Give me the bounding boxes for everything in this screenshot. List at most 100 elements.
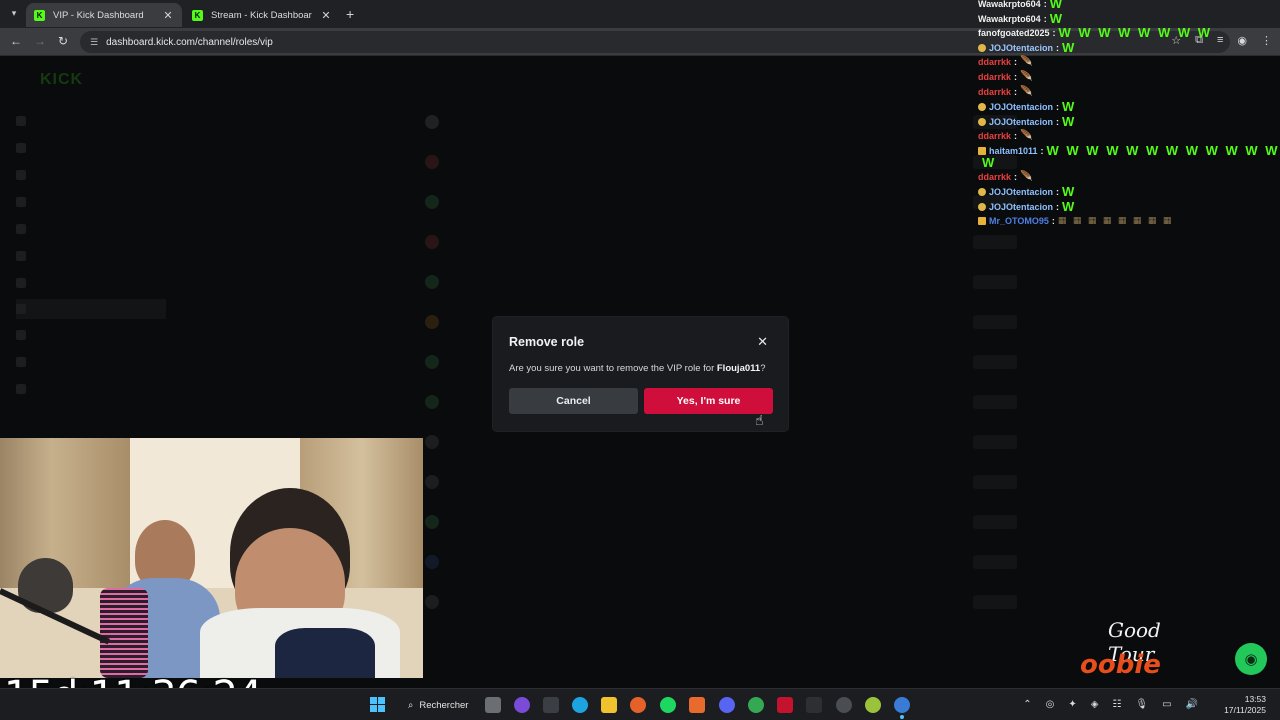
feather-emote-icon: 🪶	[1020, 171, 1033, 182]
microphone-icon[interactable]: 🎙	[1135, 699, 1148, 710]
sidebar-item[interactable]	[16, 325, 166, 345]
windows-start-icon[interactable]	[370, 697, 385, 712]
table-row	[425, 511, 1025, 533]
task-view-icon[interactable]	[485, 697, 501, 713]
remove-button[interactable]	[973, 355, 1017, 369]
tray-app-icon[interactable]: ◈	[1091, 699, 1099, 710]
remove-button[interactable]	[973, 395, 1017, 409]
chat-message: JOJOtentacion: W	[978, 40, 1074, 55]
chat-username: ddarrkk	[978, 171, 1012, 182]
app-icon[interactable]	[806, 697, 822, 713]
chat-username: ddarrkk	[978, 130, 1012, 141]
edge-icon[interactable]	[572, 697, 588, 713]
file-explorer-icon[interactable]	[601, 697, 617, 713]
chat-text: W	[1049, 11, 1062, 26]
volume-icon[interactable]: 🔊	[1186, 699, 1198, 710]
sidebar-item[interactable]	[16, 165, 166, 185]
table-row	[425, 231, 1025, 253]
close-icon[interactable]: ✕	[320, 9, 332, 22]
close-icon[interactable]: ✕	[757, 334, 768, 350]
coin-badge-icon	[978, 187, 986, 196]
chat-message: haitam1011: W W W W W W W W W W W W	[978, 143, 1278, 158]
sidebar-item[interactable]	[16, 379, 166, 399]
remove-button[interactable]	[973, 235, 1017, 249]
support-chat-icon[interactable]: ◉	[1235, 643, 1267, 675]
cancel-button[interactable]: Cancel	[509, 388, 638, 414]
remove-button[interactable]	[973, 555, 1017, 569]
taskbar-clock[interactable]: 13:53 17/11/2025	[1224, 694, 1266, 716]
taskbar-search-label: Rechercher	[419, 699, 469, 711]
remove-role-dialog: Remove role ✕ Are you sure you want to r…	[493, 317, 788, 431]
table-row	[425, 551, 1025, 573]
chat-text: W	[1062, 40, 1075, 55]
sidebar-item[interactable]	[16, 192, 166, 212]
chrome-active-icon[interactable]	[894, 697, 910, 713]
back-arrow-icon[interactable]: ←	[10, 34, 22, 48]
app-icon[interactable]	[865, 697, 881, 713]
profile-icon[interactable]: ◉	[1237, 34, 1247, 47]
crown-badge-icon	[978, 216, 986, 225]
tray-app-icon[interactable]: ✦	[1068, 699, 1076, 710]
sidebar-item[interactable]	[16, 246, 166, 266]
app-icon[interactable]	[777, 697, 793, 713]
chat-message: JOJOtentacion: W	[978, 114, 1074, 129]
tab-stream-dashboard[interactable]: K Stream - Kick Dashboard ✕	[184, 3, 340, 27]
stream-watermark: Good Tour oobie	[1078, 618, 1208, 688]
tab-search-chevron-icon[interactable]: ▾	[6, 5, 22, 21]
app-icon[interactable]	[514, 697, 530, 713]
remove-button[interactable]	[973, 275, 1017, 289]
reload-icon[interactable]: ↻	[58, 34, 68, 48]
chat-text: W	[1062, 114, 1075, 129]
remove-button[interactable]	[973, 475, 1017, 489]
menu-dots-icon[interactable]: ⋮	[1261, 34, 1272, 47]
table-row	[425, 431, 1025, 453]
chat-text: W	[982, 155, 995, 170]
remove-button[interactable]	[973, 515, 1017, 529]
sidebar-item[interactable]	[16, 111, 166, 131]
chat-username: JOJOtentacion	[989, 116, 1054, 127]
hand-cursor-icon: ☝	[755, 412, 764, 428]
chat-username: JOJOtentacion	[989, 101, 1054, 112]
app-icon[interactable]	[689, 697, 705, 713]
chat-username: ddarrkk	[978, 86, 1012, 97]
browser-tabstrip: ▾ K VIP - Kick Dashboard ✕ K Stream - Ki…	[0, 0, 1280, 28]
remove-button[interactable]	[973, 315, 1017, 329]
site-info-icon[interactable]: ☰	[90, 37, 98, 48]
sidebar-item[interactable]	[16, 138, 166, 158]
confirm-remove-button[interactable]: Yes, I'm sure	[644, 388, 773, 414]
chat-username: JOJOtentacion	[989, 201, 1054, 212]
chevron-up-icon[interactable]: ⌃	[1023, 699, 1031, 710]
tab-label: VIP - Kick Dashboard	[53, 9, 144, 21]
chat-username: JOJOtentacion	[989, 42, 1054, 53]
feather-emote-icon: 🪶	[1020, 130, 1033, 141]
chat-message-continuation: W	[982, 155, 994, 170]
app-icon[interactable]	[836, 697, 852, 713]
display-icon[interactable]: ▭	[1162, 699, 1171, 710]
new-tab-plus-icon[interactable]: +	[346, 6, 354, 22]
chat-message: Wawakrpto604: W	[978, 11, 1062, 26]
chat-message: ddarrkk: 🪶	[978, 130, 1033, 141]
sidebar-item[interactable]	[16, 273, 166, 293]
chat-message: Wawakrpto604: W	[978, 0, 1062, 11]
firefox-icon[interactable]	[630, 697, 646, 713]
close-icon[interactable]: ✕	[162, 9, 174, 22]
discord-tray-icon[interactable]: ◎	[1046, 699, 1055, 710]
discord-icon[interactable]	[719, 697, 735, 713]
taskbar-search[interactable]: ⌕ Rechercher	[400, 694, 476, 716]
tab-vip-dashboard[interactable]: K VIP - Kick Dashboard ✕	[26, 3, 182, 27]
feather-emote-icon: 🪶	[1020, 56, 1033, 67]
app-icon[interactable]	[543, 697, 559, 713]
wifi-icon[interactable]: ☷	[1112, 699, 1121, 710]
chat-message: JOJOtentacion: W	[978, 199, 1074, 214]
forward-arrow-icon[interactable]: →	[34, 34, 46, 48]
chat-text: W W W W W W W W	[1058, 25, 1210, 40]
coin-badge-icon	[978, 43, 986, 52]
media-icon[interactable]: ≡	[1217, 34, 1223, 47]
remove-button[interactable]	[973, 435, 1017, 449]
sidebar-item[interactable]	[16, 352, 166, 372]
spotify-icon[interactable]	[660, 697, 676, 713]
sidebar-item-roles[interactable]	[16, 299, 166, 319]
sidebar-item[interactable]	[16, 219, 166, 239]
remove-button[interactable]	[973, 595, 1017, 609]
chrome-icon[interactable]	[748, 697, 764, 713]
